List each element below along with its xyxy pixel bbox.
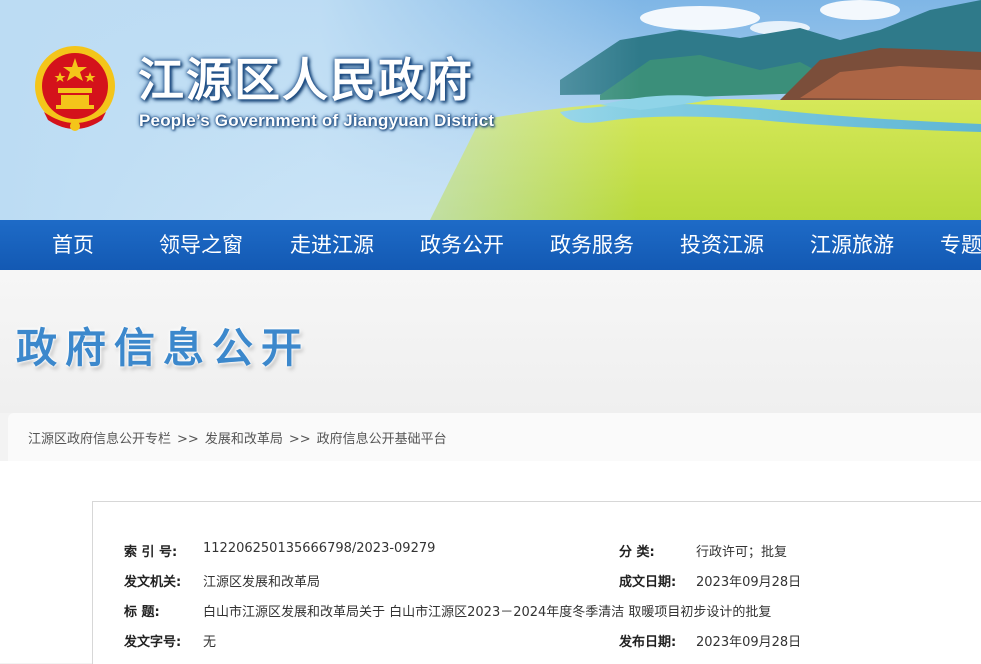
nav-item-gov-services[interactable]: 政务服务 [550,220,634,270]
breadcrumb-separator: >> [177,432,199,447]
document-info-table: 索 引 号: 112206250135666798/2023-09279 分 类… [92,501,981,664]
breadcrumb-bar: 江源区政府信息公开专栏 >> 发展和改革局 >> 政府信息公开基础平台 [8,413,981,461]
title-label: 标 题: [124,605,160,620]
nav-item-about[interactable]: 走进江源 [290,220,374,270]
doc-number-label: 发文字号: [124,635,182,650]
index-number-value: 112206250135666798/2023-09279 [203,541,436,556]
nav-item-home[interactable]: 首页 [52,220,94,270]
created-date-value: 2023年09月28日 [696,575,802,590]
info-row: 索 引 号: 112206250135666798/2023-09279 分 类… [93,541,981,563]
section-banner: 政府信息公开 [0,270,981,413]
main-nav: 首页 领导之窗 走进江源 政务公开 政务服务 投资江源 江源旅游 专题 [0,220,981,270]
national-emblem-icon [35,46,115,131]
issuer-value: 江源区发展和改革局 [203,575,321,590]
nav-item-investment[interactable]: 投资江源 [680,220,764,270]
breadcrumb-link-platform[interactable]: 政府信息公开基础平台 [317,432,447,447]
index-number-label: 索 引 号: [124,545,178,560]
published-date-value: 2023年09月28日 [696,635,802,650]
nav-item-tourism[interactable]: 江源旅游 [810,220,894,270]
published-date-label: 发布日期: [619,635,677,650]
doc-number-value: 无 [203,635,217,650]
info-row: 发文机关: 江源区发展和改革局 成文日期: 2023年09月28日 [93,571,981,593]
breadcrumb-link-column[interactable]: 江源区政府信息公开专栏 [28,432,171,447]
section-title: 政府信息公开 [16,324,310,372]
site-title: 江源区人民政府 [138,53,474,107]
issuer-label: 发文机关: [124,575,182,590]
site-subtitle: People’s Government of Jiangyuan Distric… [139,111,495,130]
breadcrumb: 江源区政府信息公开专栏 >> 发展和改革局 >> 政府信息公开基础平台 [28,428,447,447]
nav-item-topics[interactable]: 专题 [940,220,981,270]
breadcrumb-separator: >> [288,432,311,447]
site-header: 江源区人民政府 People’s Government of Jiangyuan… [0,0,981,220]
info-row: 发文字号: 无 发布日期: 2023年09月28日 [93,631,981,653]
created-date-label: 成文日期: [619,575,677,590]
title-value: 白山市江源区发展和改革局关于 白山市江源区2023－2024年度冬季清洁 取暖项… [203,605,772,620]
landscape-background [0,0,981,220]
breadcrumb-link-bureau[interactable]: 发展和改革局 [205,432,283,447]
info-row: 标 题: 白山市江源区发展和改革局关于 白山市江源区2023－2024年度冬季清… [93,601,981,623]
nav-item-gov-affairs[interactable]: 政务公开 [420,220,504,270]
nav-item-leaders[interactable]: 领导之窗 [159,220,243,270]
category-label: 分 类: [619,545,655,560]
category-value: 行政许可；批复 [696,545,788,560]
